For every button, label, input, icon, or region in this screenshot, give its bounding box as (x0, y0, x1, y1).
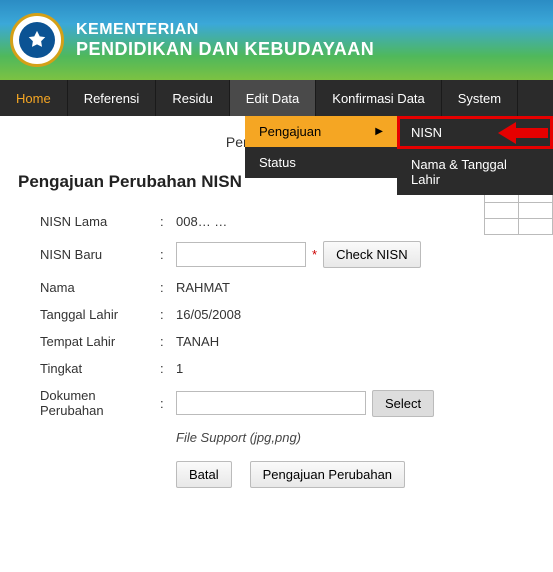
colon: : (160, 334, 176, 349)
row-dokumen: Dokumen Perubahan : Select (40, 388, 513, 418)
required-marker: * (312, 247, 317, 262)
label-nama: Nama (40, 280, 160, 295)
colon: : (160, 361, 176, 376)
colon: : (160, 247, 176, 262)
row-nisn-lama: NISN Lama : 008… … (40, 214, 513, 229)
value-tgl-lahir: 16/05/2008 (176, 307, 513, 322)
header-line1: KEMENTERIAN (76, 21, 374, 39)
row-nama: Nama : RAHMAT (40, 280, 513, 295)
nav-home[interactable]: Home (0, 80, 68, 116)
dropdown-status[interactable]: Status (245, 147, 397, 178)
header-banner: KEMENTERIAN PENDIDIKAN DAN KEBUDAYAAN (0, 0, 553, 80)
file-input-dokumen[interactable] (176, 391, 366, 415)
label-tingkat: Tingkat (40, 361, 160, 376)
main-navbar: Home Referensi Residu Edit Data Konfirma… (0, 80, 553, 116)
row-tgl-lahir: Tanggal Lahir : 16/05/2008 (40, 307, 513, 322)
header-line2: PENDIDIKAN DAN KEBUDAYAAN (76, 39, 374, 60)
annotation-arrow-icon (498, 120, 548, 151)
colon: : (160, 307, 176, 322)
nav-referensi[interactable]: Referensi (68, 80, 157, 116)
row-nisn-baru: NISN Baru : * Check NISN (40, 241, 513, 268)
colon: : (160, 396, 176, 411)
value-nisn-lama: 008… … (176, 214, 513, 229)
dropdown-pengajuan[interactable]: Pengajuan ▶ (245, 116, 397, 147)
header-text: KEMENTERIAN PENDIDIKAN DAN KEBUDAYAAN (76, 21, 374, 60)
label-tgl-lahir: Tanggal Lahir (40, 307, 160, 322)
nav-residu[interactable]: Residu (156, 80, 229, 116)
colon: : (160, 280, 176, 295)
label-dokumen: Dokumen Perubahan (40, 388, 160, 418)
row-tingkat: Tingkat : 1 (40, 361, 513, 376)
check-nisn-button[interactable]: Check NISN (323, 241, 421, 268)
chevron-right-icon: ▶ (375, 126, 383, 137)
label-nisn-lama: NISN Lama (40, 214, 160, 229)
nav-edit-data[interactable]: Edit Data (230, 80, 316, 116)
select-file-button[interactable]: Select (372, 390, 434, 417)
dropdown-status-label: Status (259, 155, 296, 170)
label-tempat-lahir: Tempat Lahir (40, 334, 160, 349)
logo-emblem-icon (19, 22, 55, 58)
row-tempat-lahir: Tempat Lahir : TANAH (40, 334, 513, 349)
submit-button[interactable]: Pengajuan Perubahan (250, 461, 405, 488)
colon: : (160, 214, 176, 229)
input-nisn-baru[interactable] (176, 242, 306, 267)
edit-data-dropdown: Pengajuan ▶ Status (245, 116, 397, 178)
logo (10, 13, 64, 67)
value-nama: RAHMAT (176, 280, 513, 295)
nav-konfirmasi[interactable]: Konfirmasi Data (316, 80, 441, 116)
batal-button[interactable]: Batal (176, 461, 232, 488)
label-nisn-baru: NISN Baru (40, 247, 160, 262)
nav-system[interactable]: System (442, 80, 518, 116)
value-tempat-lahir: TANAH (176, 334, 513, 349)
form-actions: Batal Pengajuan Perubahan (176, 461, 513, 488)
dropdown-pengajuan-label: Pengajuan (259, 124, 321, 139)
submenu-nama-tanggal[interactable]: Nama & Tanggal Lahir (397, 149, 553, 195)
form-area: NISN Lama : 008… … NISN Baru : * Check N… (0, 202, 553, 498)
value-tingkat: 1 (176, 361, 513, 376)
file-support-hint: File Support (jpg,png) (176, 430, 513, 445)
